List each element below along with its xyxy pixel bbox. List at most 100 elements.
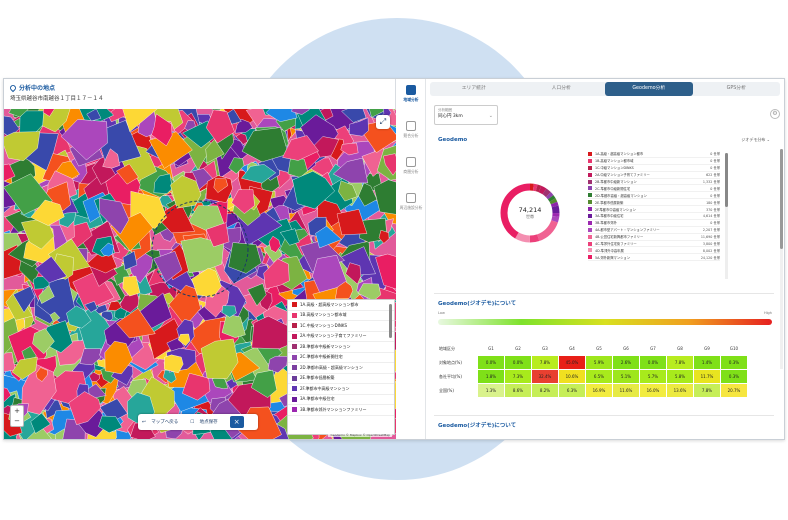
heatmap-row: 各社平均(%) 1.8% 7.3% 32.4% 10.6% 6.5% 5.1% 5.7% 5.8… (439, 370, 747, 383)
legend-item[interactable]: 2E.準都市低層新築 (288, 374, 394, 384)
map-attribution: Geodemo © Mapbox © OpenStreetMap (328, 433, 392, 437)
segment-swatch (588, 172, 592, 177)
heatmap-cell: 7.8% (694, 384, 720, 397)
heatmap-header: 地域区分 (439, 345, 455, 351)
nav-item-3[interactable]: 周辺施設分析 (396, 193, 426, 211)
heatmap-cell: 0.3% (721, 370, 747, 383)
heatmap-col-header: G8 (677, 346, 683, 351)
tab-3[interactable]: GPS分析 (693, 82, 781, 96)
segment-item: 3A.準都市中級住宅 4,614 世帯 (588, 213, 720, 220)
legend-swatch (292, 365, 297, 371)
segment-item: 2F.準都市中高級マンション 370 世帯 (588, 206, 720, 214)
location-address: 埼玉県越谷市南越谷１丁目１７－１４ (10, 96, 104, 102)
gradient-low-label: Low (438, 311, 445, 315)
legend-swatch (292, 396, 297, 402)
legend-scrollbar[interactable] (389, 304, 392, 338)
legend-item[interactable]: 2A.中級マンション子育てファミリー (288, 332, 394, 342)
tab-1[interactable]: 人口分析 (518, 82, 606, 96)
nav-item-0[interactable]: 地域分析 (396, 85, 426, 103)
heatmap-cell: 0.0% (505, 356, 531, 369)
chevron-down-icon: ⌄ (488, 113, 493, 119)
panel-scrollbar[interactable] (780, 149, 783, 369)
heatmap-row: 全国(%) 1.3% 8.6% 8.2% 6.3% 16.9% 11.6% 16.0% 13.6… (439, 384, 747, 397)
pin-icon (8, 83, 18, 92)
segment-item: 1C.中級マンションDINKS 0 世帯 (588, 165, 720, 172)
segment-item: 1A.高級・超高級マンション都市 0 世帯 (588, 151, 720, 158)
save-location-button[interactable]: ☐ 地点保存 (186, 419, 225, 425)
view-select[interactable]: ジオデモ分布 ⌄ (741, 137, 770, 143)
legend-item[interactable]: 1B.高級マンション都市域 (288, 311, 394, 321)
close-icon[interactable]: × (229, 416, 244, 428)
segment-swatch (588, 158, 592, 163)
heatmap-cell: 8.6% (505, 384, 531, 397)
nav-icon (406, 85, 416, 95)
segment-item: 2C.準都市中級新開住宅 0 世帯 (588, 185, 720, 193)
heatmap-cell: 5.7% (640, 370, 666, 383)
segment-swatch (588, 200, 592, 205)
legend-item[interactable]: 2F.準都市中高級マンション (288, 384, 394, 395)
heatmap-cell: 8.2% (532, 384, 558, 397)
tab-0[interactable]: エリア統計 (430, 82, 518, 96)
heatmap-col-header: G1 (488, 346, 494, 351)
map-action-bar: ↩ マップへ戻る ☐ 地点保存 × (138, 414, 258, 430)
segment-swatch (588, 227, 592, 232)
nav-item-2[interactable]: 商圏分析 (396, 157, 426, 175)
legend-item[interactable]: 2C.準都市中級新開住宅 (288, 353, 394, 363)
heatmap-cell: 16.0% (640, 384, 666, 397)
legend-item[interactable]: 1A.高級・超高級マンション都市 (288, 300, 394, 311)
geodemo-map[interactable]: ⤢ + − 1A.高級・超高級マンション都市 1B.高級マンション都市域 1C.中級マ… (4, 109, 396, 439)
nav-item-1[interactable]: 競合分析 (396, 121, 426, 139)
divider (434, 293, 774, 294)
heatmap-col-header: G9 (704, 346, 710, 351)
heatmap-cell: 5.8% (667, 370, 693, 383)
legend-item[interactable]: 3B.準都市郊外マンションファミリー (288, 405, 394, 416)
heatmap-col-header: G6 (623, 346, 629, 351)
segment-swatch (588, 186, 592, 191)
heatmap-row-label: 各社平均(%) (439, 373, 462, 379)
heatmap-cell: 1.4% (694, 356, 720, 369)
segment-item: 1B.高級マンション都市域 0 世帯 (588, 158, 720, 165)
back-to-map-button[interactable]: ↩ マップへ戻る (138, 419, 186, 425)
heatmap-cell: 0.3% (721, 356, 747, 369)
segment-item: 2A.中級マンション子育てファミリー 622 世帯 (588, 172, 720, 179)
segment-item: 4C.準郊外住宅街ファミリー 3,800 世帯 (588, 241, 720, 248)
legend-swatch (292, 323, 297, 329)
zoom-control[interactable]: + − (10, 405, 24, 427)
segment-swatch (588, 234, 592, 239)
segment-swatch (588, 207, 592, 212)
heatmap-cell: 6.5% (586, 370, 612, 383)
heatmap-col-header: G3 (542, 346, 548, 351)
about-geodemo-title-2: Geodemo(ジオデモ)について (438, 423, 517, 429)
legend-item[interactable]: 3A.準都市中級住宅 (288, 395, 394, 405)
legend-swatch (292, 302, 297, 308)
heatmap-row: 対象地点(%) 0.0% 0.0% 7.8% 45.0% 5.9% 2.6% 0.0% 7.8%… (439, 356, 747, 369)
segment-swatch (588, 193, 592, 198)
segment-item: 4D.準郊外中高年層 8,002 世帯 (588, 247, 720, 255)
heatmap-col-header: G2 (515, 346, 521, 351)
heatmap-cell: 13.6% (667, 384, 693, 397)
heatmap-header-row: 地域区分 G1 G2 G3 G4 G5 G6 G7 G8 G9 G10 (439, 342, 747, 355)
nav-icon (406, 157, 416, 167)
legend-item[interactable]: 2D.準都市高級・超高級マンション (288, 363, 394, 374)
heatmap-cell: 6.3% (559, 384, 585, 397)
heatmap-col-header: G4 (569, 346, 575, 351)
about-geodemo-title: Geodemo(ジオデモ)について (438, 301, 517, 307)
gradient-high-label: High (763, 311, 772, 315)
expand-icon[interactable]: ⤢ (376, 115, 390, 129)
heatmap-row-label: 全国(%) (439, 387, 454, 393)
legend-item[interactable]: 1C.中級マンションDINKS (288, 321, 394, 332)
donut-total: 74,214 (518, 206, 542, 214)
legend-swatch (292, 312, 297, 318)
legend-swatch (292, 375, 297, 381)
range-select[interactable]: 分析範囲 同心円 3km ⌄ (434, 105, 498, 125)
map-legend[interactable]: 1A.高級・超高級マンション都市 1B.高級マンション都市域 1C.中級マンションD… (287, 299, 395, 435)
heatmap-cell: 32.4% (532, 370, 558, 383)
heatmap-cell: 5.1% (613, 370, 639, 383)
legend-swatch (292, 333, 297, 339)
nav-icon (406, 121, 416, 131)
tab-2[interactable]: Geodemo分析 (605, 82, 693, 96)
segment-item: 5A.郊外新興マンション 24,120 世帯 (588, 254, 720, 262)
settings-icon[interactable]: ⚙ (770, 109, 780, 119)
segment-list-scrollbar[interactable] (725, 153, 728, 279)
legend-item[interactable]: 2B.準都市中級新マンション (288, 342, 394, 353)
